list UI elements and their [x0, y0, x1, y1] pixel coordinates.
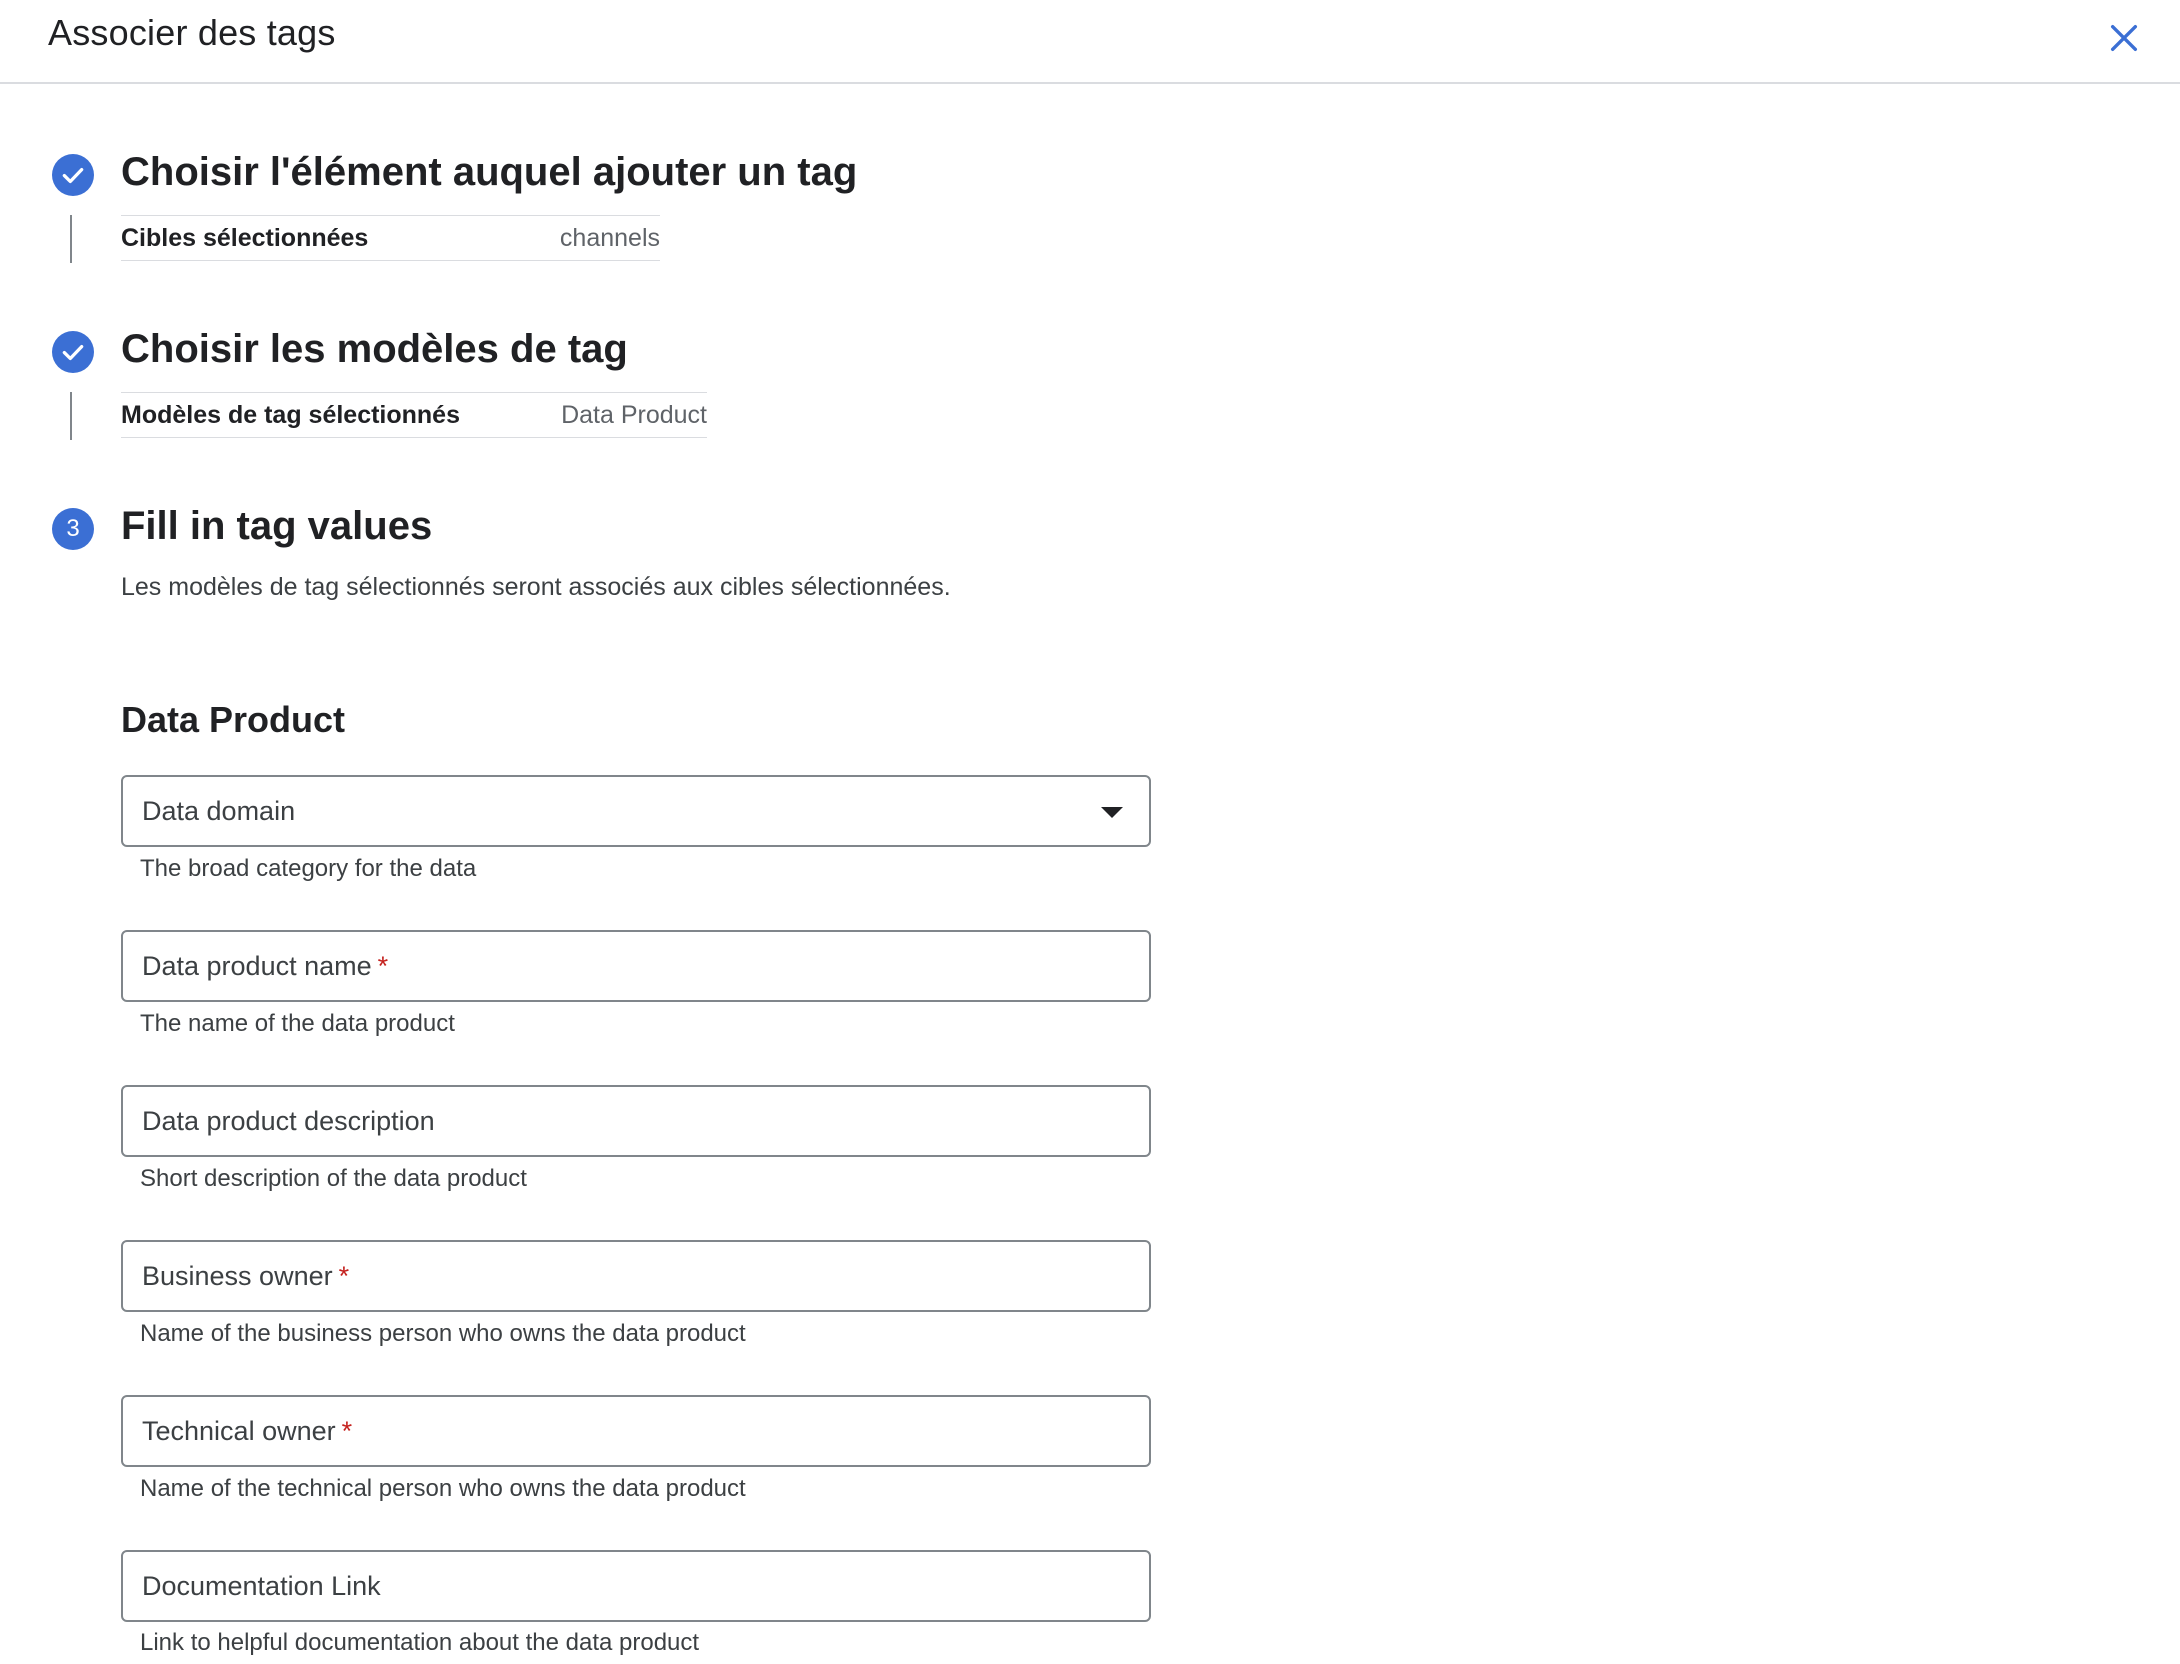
field-label: Data domain — [142, 796, 296, 826]
field-label: Data product description — [142, 1106, 435, 1136]
field-hint: Short description of the data product — [140, 1165, 527, 1192]
data-product-name-input[interactable]: Data product name * — [121, 930, 1151, 1002]
summary-label: Modèles de tag sélectionnés — [121, 400, 460, 429]
step-connector — [70, 215, 72, 263]
documentation-link-input[interactable]: Documentation Link — [121, 1550, 1151, 1622]
business-owner-input[interactable]: Business owner * — [121, 1240, 1151, 1312]
step-3-description: Les modèles de tag sélectionnés seront a… — [121, 573, 951, 601]
summary-label: Cibles sélectionnées — [121, 223, 369, 252]
step-complete-icon — [52, 331, 94, 373]
field-hint: The name of the data product — [140, 1010, 455, 1037]
step-connector — [70, 392, 72, 440]
step-3-title: Fill in tag values — [121, 504, 433, 548]
step-1-summary: Cibles sélectionnées channels — [121, 215, 660, 261]
field-hint: Name of the technical person who owns th… — [140, 1475, 746, 1502]
check-icon — [62, 167, 84, 184]
dialog-title: Associer des tags — [48, 12, 336, 53]
close-icon — [2110, 24, 2138, 52]
summary-value: channels — [559, 223, 660, 252]
template-section-title: Data Product — [121, 699, 346, 740]
dropdown-arrow-icon — [1101, 807, 1123, 818]
step-2-summary: Modèles de tag sélectionnés Data Product — [121, 392, 707, 438]
required-marker: * — [338, 1261, 350, 1291]
step-2-title: Choisir les modèles de tag — [121, 327, 628, 371]
check-icon — [62, 344, 84, 361]
field-hint: Name of the business person who owns the… — [140, 1320, 746, 1347]
field-label: Data product name * — [142, 951, 389, 981]
required-marker: * — [377, 951, 389, 981]
technical-owner-input[interactable]: Technical owner * — [121, 1395, 1151, 1467]
field-hint: Link to helpful documentation about the … — [140, 1629, 700, 1656]
summary-value: Data Product — [561, 400, 707, 429]
dialog-header: Associer des tags — [0, 0, 2180, 84]
step-number: 3 — [66, 515, 80, 542]
data-domain-select[interactable]: Data domain — [121, 775, 1151, 847]
step-complete-icon — [52, 154, 94, 196]
close-button[interactable] — [2100, 14, 2148, 62]
field-label: Documentation Link — [142, 1571, 381, 1601]
step-number-badge: 3 — [52, 508, 94, 550]
data-product-description-input[interactable]: Data product description — [121, 1085, 1151, 1157]
field-label: Technical owner * — [142, 1416, 353, 1446]
step-1-title: Choisir l'élément auquel ajouter un tag — [121, 150, 858, 194]
field-label: Business owner * — [142, 1261, 350, 1291]
required-marker: * — [341, 1416, 353, 1446]
field-hint: The broad category for the data — [140, 855, 477, 882]
